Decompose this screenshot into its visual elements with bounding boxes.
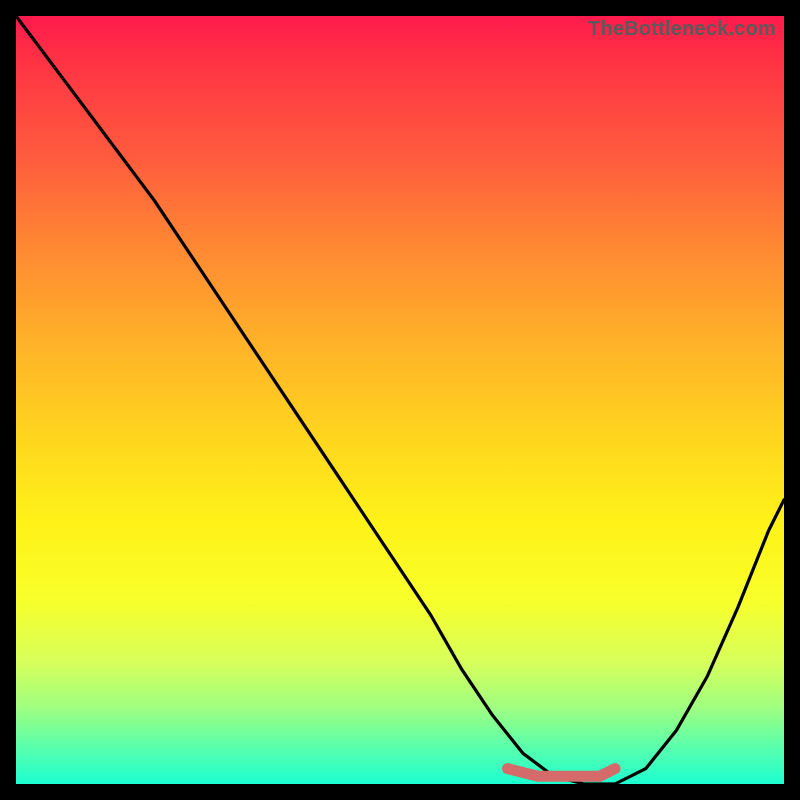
- chart-svg: [16, 16, 784, 784]
- chart-area: TheBottleneck.com: [16, 16, 784, 784]
- optimal-zone-marker: [508, 769, 616, 777]
- bottleneck-curve: [16, 16, 784, 784]
